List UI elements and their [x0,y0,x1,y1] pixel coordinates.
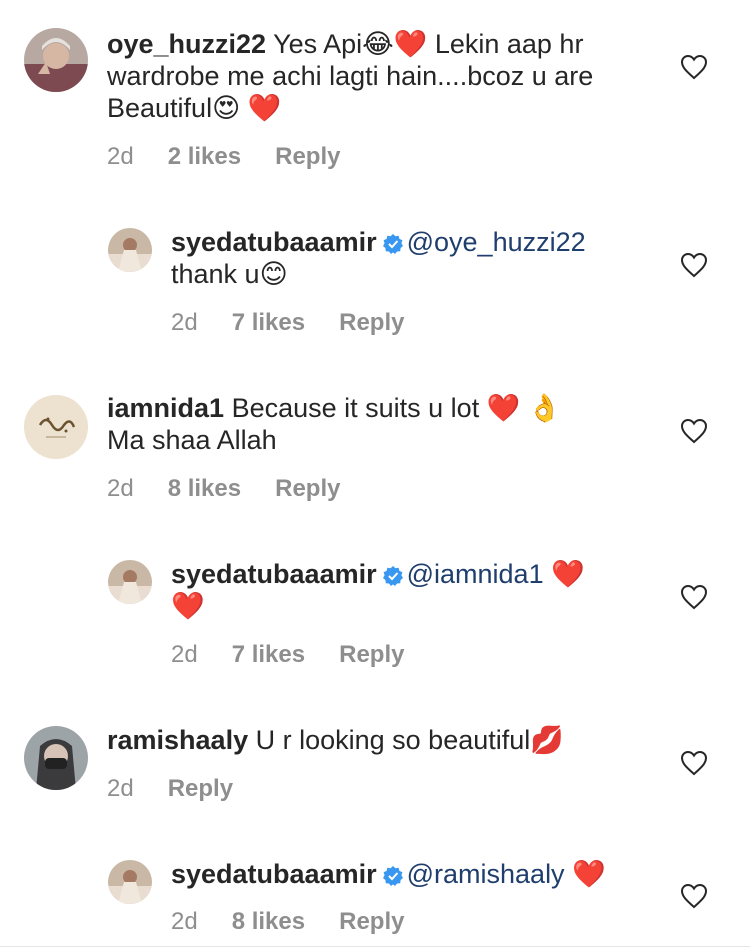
username[interactable]: syedatubaaamir [171,559,377,589]
username[interactable]: ramishaaly [107,725,248,755]
comment-text: thank u😊 [171,259,288,289]
heart-outline-icon[interactable] [680,252,708,278]
comment-text-line-2: ❤️ [171,591,205,621]
reply-button[interactable]: Reply [168,775,233,803]
username[interactable]: syedatubaaamir [171,227,377,257]
comment-text: U r looking so beautiful💋 [255,725,564,755]
comment-text-line-2: Ma shaa Allah [107,425,277,455]
verified-badge-icon [382,566,403,586]
likes-count[interactable]: 8 likes [168,475,241,503]
reply-button[interactable]: Reply [339,908,404,936]
comment-meta: 2d 7 likes Reply [171,641,438,669]
comment-body: ramishaaly U r looking so beautiful💋 [107,724,667,756]
username[interactable]: syedatubaaamir [171,859,377,889]
likes-count[interactable]: 7 likes [232,641,305,669]
comment-meta: 2d Reply [107,775,267,803]
heart-outline-icon[interactable] [680,584,708,610]
comment-meta: 2d 8 likes Reply [171,908,438,936]
username[interactable]: oye_huzzi22 [107,29,266,59]
avatar-ramishaaly[interactable] [24,726,88,790]
comment-meta: 2d 8 likes Reply [107,475,374,503]
mention-link[interactable]: @oye_huzzi22 [407,227,586,257]
likes-count[interactable]: 7 likes [232,309,305,337]
timestamp: 2d [107,775,134,802]
likes-count[interactable]: 2 likes [168,143,241,171]
comment-body: oye_huzzi22 Yes Api😂❤️ Lekin aap hr ward… [107,28,667,124]
comment-body: syedatubaaamir @oye_huzzi22 thank u😊 [171,226,651,290]
comment-line-1: Yes Api😂❤️ Lekin aap hr [273,29,584,59]
reply-button[interactable]: Reply [275,143,340,171]
avatar-syedatubaaamir[interactable] [108,560,152,604]
reply-button[interactable]: Reply [275,475,340,503]
bottom-divider [0,946,750,947]
avatar-syedatubaaamir[interactable] [108,860,152,904]
comment-line-2: wardrobe me achi lagti hain....bcoz u ar… [107,61,594,91]
avatar-oye-huzzi22[interactable] [24,28,88,92]
username[interactable]: iamnida1 [107,393,224,423]
comment-text: ❤️ [551,559,585,589]
likes-count[interactable]: 8 likes [232,908,305,936]
timestamp: 2d [171,908,198,935]
timestamp: 2d [171,309,198,336]
comment-text: ❤️ [572,859,606,889]
reply-button[interactable]: Reply [339,641,404,669]
comment-text: Because it suits u lot ❤️ 👌 [231,393,562,423]
comment-line-3: Beautiful😍 ❤️ [107,93,282,123]
avatar-iamnida1[interactable] [24,395,88,459]
reply-button[interactable]: Reply [339,309,404,337]
avatar-syedatubaaamir[interactable] [108,228,152,272]
verified-badge-icon [382,866,403,886]
verified-badge-icon [382,234,403,254]
mention-link[interactable]: @ramishaaly [407,859,565,889]
comment-meta: 2d 7 likes Reply [171,309,438,337]
heart-outline-icon[interactable] [680,54,708,80]
timestamp: 2d [107,475,134,502]
mention-link[interactable]: @iamnida1 [407,559,544,589]
heart-outline-icon[interactable] [680,418,708,444]
comment-body: syedatubaaamir @iamnida1 ❤️ ❤️ [171,558,651,622]
heart-outline-icon[interactable] [680,883,708,909]
comment-meta: 2d 2 likes Reply [107,143,374,171]
timestamp: 2d [107,143,134,170]
timestamp: 2d [171,641,198,668]
heart-outline-icon[interactable] [680,750,708,776]
comment-body: syedatubaaamir @ramishaaly ❤️ [171,858,651,890]
comment-body: iamnida1 Because it suits u lot ❤️ 👌 Ma … [107,392,667,456]
